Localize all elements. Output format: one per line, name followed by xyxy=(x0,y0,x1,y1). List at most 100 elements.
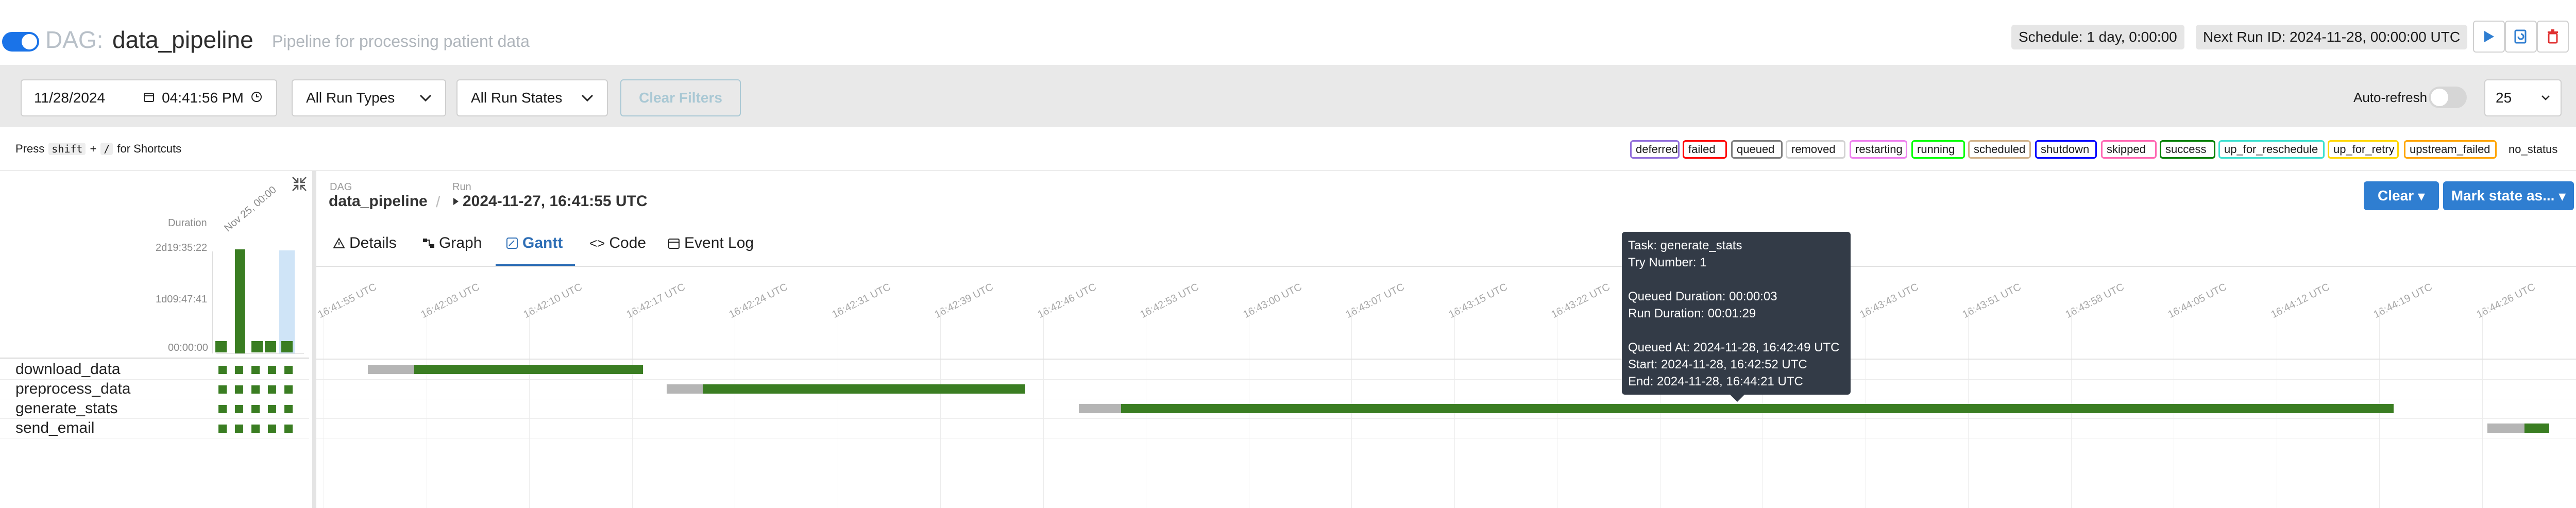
gantt-queued-bar[interactable] xyxy=(667,384,703,394)
clear-filters-button[interactable]: Clear Filters xyxy=(620,79,741,116)
legend-item-running[interactable]: running xyxy=(1911,140,1965,159)
task-instance-square[interactable] xyxy=(251,385,260,394)
tab-details[interactable]: Details xyxy=(333,234,397,252)
run-duration-bar[interactable] xyxy=(281,341,293,352)
dag-pause-toggle[interactable] xyxy=(2,32,39,52)
task-instance-square[interactable] xyxy=(218,405,227,413)
gantt-tick-label: 16:44:19 UTC xyxy=(2371,281,2434,321)
task-instance-square[interactable] xyxy=(268,425,276,433)
parse-dag-button[interactable] xyxy=(2505,21,2537,53)
task-instance-square[interactable] xyxy=(268,405,276,413)
clock-icon[interactable] xyxy=(251,90,262,106)
panel-resizer[interactable] xyxy=(312,171,316,508)
gantt-icon xyxy=(506,238,518,249)
legend-item-no-status[interactable]: no_status xyxy=(2503,140,2560,159)
gantt-tick-label: 16:42:03 UTC xyxy=(419,281,481,321)
legend-item-shutdown[interactable]: shutdown xyxy=(2035,140,2097,159)
run-duration-bar[interactable] xyxy=(235,249,245,353)
collapse-icon[interactable] xyxy=(292,176,307,194)
gantt-queued-bar[interactable] xyxy=(2487,424,2524,433)
breadcrumb-run-label: Run xyxy=(452,181,471,193)
chevron-down-icon xyxy=(419,94,432,101)
tooltip-task: Task: generate_stats xyxy=(1628,239,1742,252)
warning-icon xyxy=(333,238,345,248)
legend-item-up-for-retry[interactable]: up_for_retry xyxy=(2328,140,2399,159)
task-instance-square[interactable] xyxy=(251,425,260,433)
calendar-icon[interactable] xyxy=(143,90,155,106)
task-instance-square[interactable] xyxy=(268,366,276,374)
legend-item-up-for-reschedule[interactable]: up_for_reschedule xyxy=(2218,140,2325,159)
trigger-dag-button[interactable] xyxy=(2473,21,2505,53)
task-instance-square[interactable] xyxy=(235,405,243,413)
duration-label: Duration xyxy=(168,217,207,229)
legend-item-upstream-failed[interactable]: upstream_failed xyxy=(2404,140,2497,159)
task-instance-square[interactable] xyxy=(218,425,227,433)
run-duration-bar[interactable] xyxy=(265,341,276,352)
tooltip-queued-duration: Queued Duration: 00:00:03 xyxy=(1628,290,1777,303)
gantt-run-bar[interactable] xyxy=(703,384,1025,394)
task-name-preprocess-data[interactable]: preprocess_data xyxy=(15,380,130,398)
gantt-tick-label: 16:42:17 UTC xyxy=(624,281,687,321)
breadcrumb-dag[interactable]: data_pipeline xyxy=(329,193,428,210)
legend-item-success[interactable]: success xyxy=(2160,140,2215,159)
task-name-download-data[interactable]: download_data xyxy=(15,361,121,378)
tab-event-log[interactable]: Event Log xyxy=(668,234,754,252)
legend-item-removed[interactable]: removed xyxy=(1786,140,1845,159)
run-icon xyxy=(453,198,459,205)
page-size-value: 25 xyxy=(2496,90,2512,106)
task-instance-square[interactable] xyxy=(235,425,243,433)
run-state-value: All Run States xyxy=(471,90,563,106)
legend-item-failed[interactable]: failed xyxy=(1683,140,1727,159)
tooltip-run-duration: Run Duration: 00:01:29 xyxy=(1628,307,1756,320)
gantt-tick-label: 16:43:43 UTC xyxy=(1858,281,1920,321)
mark-state-button[interactable]: Mark state as... ▾ xyxy=(2443,181,2574,210)
graph-icon xyxy=(423,239,434,248)
legend-item-deferred[interactable]: deferred xyxy=(1630,140,1680,159)
calendar-icon xyxy=(668,239,680,249)
trash-icon xyxy=(2548,29,2558,44)
gantt-run-bar[interactable] xyxy=(1121,404,2394,413)
run-type-select[interactable]: All Run Types xyxy=(292,79,446,116)
task-instance-square[interactable] xyxy=(218,366,227,374)
task-name-send-email[interactable]: send_email xyxy=(15,419,94,437)
task-instance-square[interactable] xyxy=(251,405,260,413)
gantt-run-bar[interactable] xyxy=(2524,424,2549,433)
legend-item-restarting[interactable]: restarting xyxy=(1850,140,1907,159)
legend-item-skipped[interactable]: skipped xyxy=(2101,140,2157,159)
auto-refresh-switch[interactable] xyxy=(2429,87,2467,108)
task-instance-square[interactable] xyxy=(268,385,276,394)
run-duration-bar[interactable] xyxy=(215,341,227,352)
task-instance-square[interactable] xyxy=(284,425,293,433)
tab-code[interactable]: <> Code xyxy=(589,234,646,252)
tab-gantt[interactable]: Gantt xyxy=(506,234,563,252)
base-date-input[interactable]: 11/28/2024 04:41:56 PM xyxy=(21,79,277,116)
task-instance-square[interactable] xyxy=(251,366,260,374)
task-instance-square[interactable] xyxy=(235,385,243,394)
tooltip-try-number: Try Number: 1 xyxy=(1628,256,1707,269)
breadcrumb-dag-label: DAG xyxy=(330,181,352,193)
legend-item-scheduled[interactable]: scheduled xyxy=(1968,140,2031,159)
task-instance-square[interactable] xyxy=(218,385,227,394)
task-instance-square[interactable] xyxy=(284,366,293,374)
task-name-generate-stats[interactable]: generate_stats xyxy=(15,400,117,417)
gantt-run-bar[interactable] xyxy=(414,365,643,374)
play-icon xyxy=(2484,31,2494,42)
gantt-queued-bar[interactable] xyxy=(368,365,414,374)
run-duration-bar[interactable] xyxy=(251,341,263,352)
task-instance-square[interactable] xyxy=(284,405,293,413)
gantt-tick-label: 16:42:24 UTC xyxy=(727,281,790,321)
gantt-queued-bar[interactable] xyxy=(1079,404,1121,413)
breadcrumb-run[interactable]: 2024-11-27, 16:41:55 UTC xyxy=(452,193,648,210)
gantt-tick-label: 16:42:31 UTC xyxy=(830,281,892,321)
slash-key: / xyxy=(100,143,113,155)
clear-button[interactable]: Clear ▾ xyxy=(2364,181,2439,210)
tab-graph[interactable]: Graph xyxy=(422,234,482,252)
page-size-select[interactable]: 25 xyxy=(2484,79,2562,116)
task-instance-square[interactable] xyxy=(284,385,293,394)
run-state-select[interactable]: All Run States xyxy=(456,79,608,116)
gantt-row xyxy=(316,380,2576,399)
delete-dag-button[interactable] xyxy=(2537,21,2569,53)
legend-item-queued[interactable]: queued xyxy=(1731,140,1783,159)
gantt-tick-label: 16:43:00 UTC xyxy=(1241,281,1303,321)
task-instance-square[interactable] xyxy=(235,366,243,374)
